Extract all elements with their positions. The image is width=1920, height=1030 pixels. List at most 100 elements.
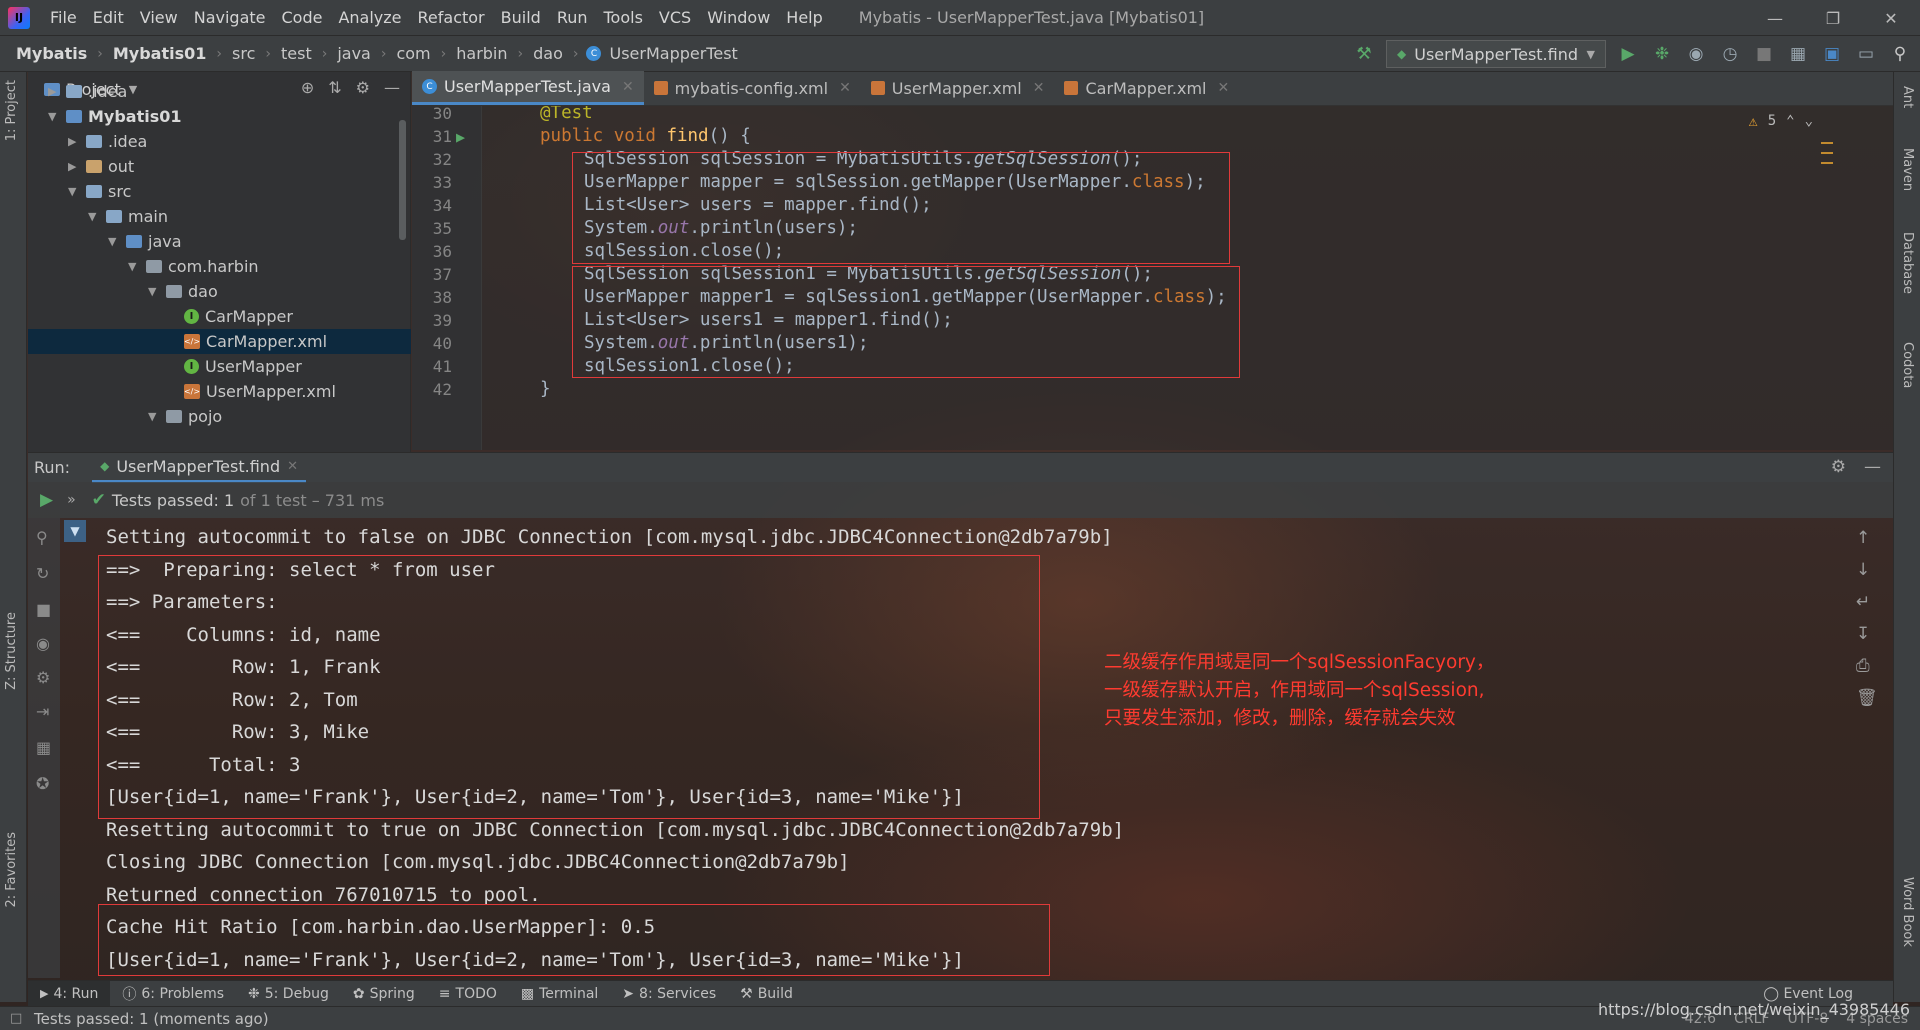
tree-item-com-harbin[interactable]: ▼ com.harbin — [28, 254, 411, 279]
arrow-down-icon[interactable]: ↓ — [1856, 560, 1870, 580]
minimize-icon[interactable]: — — [1746, 0, 1804, 36]
chevron-down-icon[interactable]: ▼ — [148, 285, 162, 298]
tab-mybatis-config-xml[interactable]: mybatis-config.xml ✕ — [644, 71, 861, 105]
warning-marker[interactable] — [1821, 142, 1833, 144]
menu-code[interactable]: Code — [274, 8, 331, 27]
tab-structure[interactable]: Z: Structure — [4, 612, 19, 690]
menu-file[interactable]: File — [42, 8, 85, 27]
restore-icon[interactable]: ❐ — [1804, 0, 1862, 36]
tree-item-dao[interactable]: ▼ dao — [28, 279, 411, 304]
chevron-down-icon[interactable]: ▼ — [148, 410, 162, 423]
chevron-down-icon[interactable]: ⌄ — [1805, 113, 1813, 129]
chevron-up-icon[interactable]: ⌃ — [1786, 113, 1794, 129]
breadcrumb-test[interactable]: test — [279, 44, 314, 63]
run-configuration-select[interactable]: ◆ UserMapperTest.find ▼ — [1386, 40, 1606, 68]
presentation-icon[interactable]: ▭ — [1854, 42, 1878, 66]
tab-codota[interactable]: Codota — [1900, 342, 1915, 388]
tab-database[interactable]: Database — [1900, 232, 1915, 294]
menu-tools[interactable]: Tools — [596, 8, 651, 27]
inspection-widget[interactable]: ⚠ 5 ⌃ ⌄ — [1749, 112, 1813, 130]
tree-item-java[interactable]: ▼ java — [28, 229, 411, 254]
tree-item-usermapper-xml[interactable]: </> UserMapper.xml — [28, 379, 411, 404]
tool-terminal[interactable]: ▩ Terminal — [509, 986, 610, 1002]
warning-marker[interactable] — [1821, 162, 1833, 164]
menu-edit[interactable]: Edit — [85, 8, 132, 27]
debug-icon[interactable]: ❉ — [1650, 42, 1674, 66]
tree-item-pojo[interactable]: ▼ pojo — [28, 404, 411, 429]
chevron-right-icon[interactable]: ▶ — [48, 85, 62, 98]
run-tab[interactable]: ◆ UserMapperTest.find ✕ — [92, 453, 306, 483]
tool-services[interactable]: ➤ 8: Services — [610, 986, 728, 1002]
camera-icon[interactable]: ◉ — [36, 634, 50, 653]
double-chevron-icon[interactable]: » — [67, 492, 76, 508]
stop-icon[interactable]: ■ — [36, 600, 51, 619]
breadcrumb-com[interactable]: com — [394, 44, 432, 63]
breadcrumb-module[interactable]: Mybatis01 — [111, 44, 209, 63]
chevron-down-icon[interactable]: ▼ — [128, 260, 142, 273]
chevron-right-icon[interactable]: ▶ — [68, 160, 82, 173]
tab-usermapper-xml[interactable]: UserMapper.xml ✕ — [861, 71, 1055, 105]
toggle-panels-icon[interactable]: □ — [10, 1011, 22, 1026]
tool-problems[interactable]: ⓘ 6: Problems — [110, 984, 236, 1004]
refresh-icon[interactable]: ↻ — [36, 564, 49, 583]
menu-help[interactable]: Help — [778, 8, 830, 27]
error-stripe[interactable] — [1821, 142, 1833, 172]
breadcrumb-src[interactable]: src — [230, 44, 257, 63]
menu-vcs[interactable]: VCS — [651, 8, 699, 27]
tree-item-idea-root[interactable]: ▶ .idea — [28, 79, 411, 104]
trash-icon[interactable]: 🗑 — [1856, 688, 1878, 708]
tree-item-main[interactable]: ▼ main — [28, 204, 411, 229]
chevron-down-icon[interactable]: ▼ — [48, 110, 62, 123]
print-icon[interactable]: ⎙ — [1856, 656, 1870, 676]
chevron-down-icon[interactable]: ▼ — [68, 185, 82, 198]
translate-icon[interactable]: ▣ — [1820, 42, 1844, 66]
export-icon[interactable]: ⇥ — [36, 702, 49, 721]
tab-project[interactable]: 1: Project — [4, 80, 19, 141]
tool-debug[interactable]: ❉ 5: Debug — [236, 986, 341, 1002]
tree-item-usermapper[interactable]: I UserMapper — [28, 354, 411, 379]
breadcrumb-harbin[interactable]: harbin — [454, 44, 509, 63]
tab-carmapper-xml[interactable]: CarMapper.xml ✕ — [1054, 71, 1239, 105]
profile-icon[interactable]: ◷ — [1718, 42, 1742, 66]
breadcrumb-java[interactable]: java — [335, 44, 373, 63]
coverage-icon[interactable]: ◉ — [1684, 42, 1708, 66]
tool-todo[interactable]: ≡ TODO — [427, 986, 509, 1002]
layout-icon[interactable]: ▦ — [36, 738, 51, 757]
settings-icon[interactable]: ⚙ — [36, 668, 50, 687]
warning-marker[interactable] — [1821, 152, 1833, 154]
breadcrumb-project[interactable]: Mybatis — [14, 44, 89, 63]
tool-run[interactable]: ▶ 4: Run — [28, 980, 111, 1007]
close-icon[interactable]: ✕ — [1033, 80, 1045, 96]
gear-icon[interactable]: ⚙ — [1831, 457, 1846, 477]
menu-analyze[interactable]: Analyze — [330, 8, 409, 27]
tool-build[interactable]: ⚒ Build — [728, 986, 805, 1002]
tab-word-book[interactable]: Word Book — [1900, 877, 1915, 947]
tree-item-out[interactable]: ▶ out — [28, 154, 411, 179]
build-hammer-icon[interactable]: ⚒ — [1352, 42, 1376, 66]
menu-view[interactable]: View — [132, 8, 186, 27]
project-scrollbar[interactable] — [399, 120, 406, 240]
menu-build[interactable]: Build — [493, 8, 549, 27]
tree-item-idea[interactable]: ▶ .idea — [28, 129, 411, 154]
chevron-right-icon[interactable]: ▶ — [68, 135, 82, 148]
menu-refactor[interactable]: Refactor — [410, 8, 493, 27]
run-test-gutter-icon[interactable]: ▶ — [456, 128, 465, 146]
soft-wrap-icon[interactable]: ↵ — [1856, 592, 1870, 612]
close-icon[interactable]: ✕ — [1217, 80, 1229, 96]
project-structure-icon[interactable]: ▦ — [1786, 42, 1810, 66]
menu-run[interactable]: Run — [549, 8, 596, 27]
breadcrumb-dao[interactable]: dao — [531, 44, 565, 63]
tree-item-mybatis01[interactable]: ▼ Mybatis01 — [28, 104, 411, 129]
tree-item-src[interactable]: ▼ src — [28, 179, 411, 204]
tree-item-carmapper-xml[interactable]: </> CarMapper.xml — [28, 329, 411, 354]
close-icon[interactable]: ✕ — [622, 79, 634, 95]
close-icon[interactable]: ✕ — [1862, 0, 1920, 36]
tab-ant[interactable]: Ant — [1900, 86, 1915, 108]
rerun-icon[interactable]: ▶ — [40, 490, 53, 510]
restore-layout-icon[interactable]: ⚲ — [36, 528, 48, 547]
tree-item-carmapper[interactable]: I CarMapper — [28, 304, 411, 329]
stop-icon[interactable]: ■ — [1752, 42, 1776, 66]
menu-window[interactable]: Window — [699, 8, 778, 27]
scroll-to-end-icon[interactable]: ↧ — [1856, 624, 1870, 644]
arrow-up-icon[interactable]: ↑ — [1856, 528, 1870, 548]
